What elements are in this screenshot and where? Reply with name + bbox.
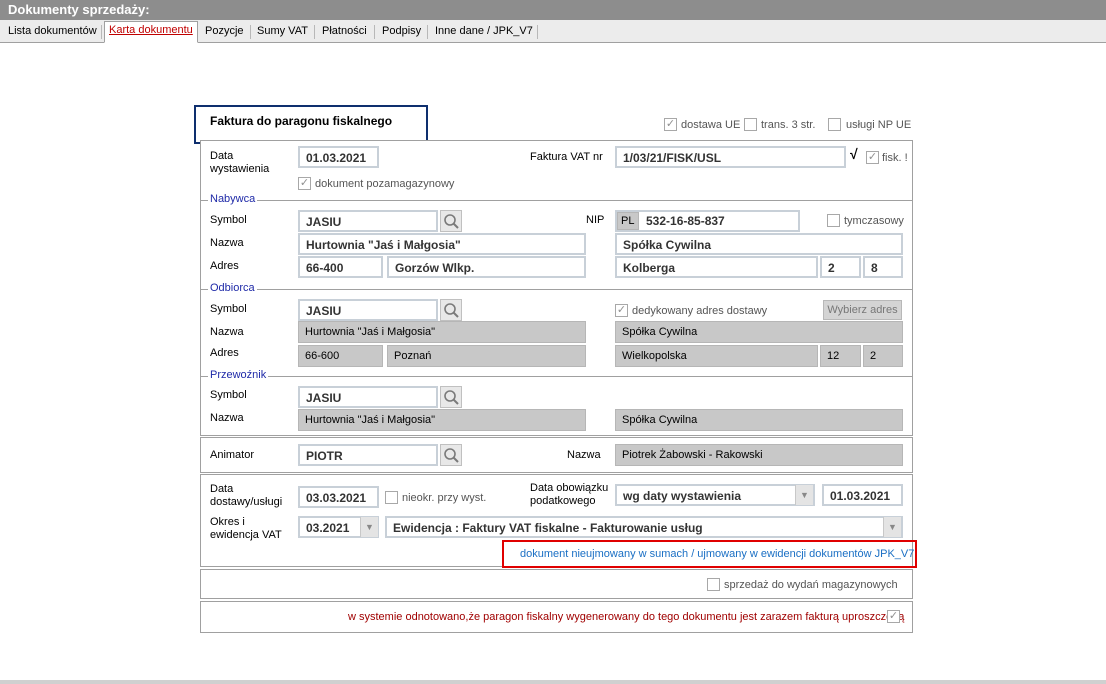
section-divider	[201, 289, 912, 290]
warehouse-checkbox[interactable]	[707, 578, 720, 591]
animator-search-button[interactable]	[440, 444, 462, 466]
search-icon	[444, 390, 459, 405]
issue-date-input[interactable]: 01.03.2021	[298, 146, 379, 168]
chevron-down-icon[interactable]: ▼	[360, 517, 378, 537]
search-icon	[444, 214, 459, 229]
recipient-name-field: Hurtownia "Jaś i Małgosia"	[298, 321, 586, 343]
unrecorded-checkbox[interactable]	[385, 491, 398, 504]
tab-pozycje[interactable]: Pozycje	[201, 23, 248, 42]
fiscal-note-text: w systemie odnotowano,że paragon fiskaln…	[348, 611, 905, 623]
animator-input[interactable]: PIOTR	[298, 444, 438, 466]
recipient-address-label: Adres	[210, 347, 239, 359]
tab-bar: Lista dokumentów Karta dokumentu Pozycje…	[0, 20, 1106, 43]
recipient-name-label: Nazwa	[210, 326, 244, 338]
carrier-symbol-input[interactable]: JASIU	[298, 386, 438, 408]
buyer-name-label: Nazwa	[210, 237, 244, 249]
tax-date-label: Data obowiązku podatkowego	[530, 482, 609, 507]
trans3-label: trans. 3 str.	[761, 119, 816, 131]
section-divider	[201, 376, 912, 377]
buyer-postcode-input[interactable]: 66-400	[298, 256, 383, 278]
tab-podpisy[interactable]: Podpisy	[378, 23, 425, 42]
delivery-date-label: Data dostawy/usługi	[210, 483, 283, 508]
buyer-house-input[interactable]: 2	[820, 256, 861, 278]
tax-date-input[interactable]: 01.03.2021	[822, 484, 903, 506]
simplified-invoice-checkbox[interactable]: ✓	[887, 610, 900, 623]
nip-label: NIP	[586, 214, 605, 226]
carrier-search-button[interactable]	[440, 386, 462, 408]
chevron-down-icon[interactable]: ▼	[883, 517, 901, 537]
trans3-checkbox[interactable]	[744, 118, 757, 131]
recipient-house-field: 12	[820, 345, 861, 367]
period-label: Okres i ewidencja VAT	[210, 516, 282, 541]
tab-inne-dane-jpk[interactable]: Inne dane / JPK_V7	[431, 23, 537, 42]
recipient-postcode-field: 66-600	[298, 345, 383, 367]
animator-name-label: Nazwa	[567, 449, 601, 461]
carrier-name-label: Nazwa	[210, 412, 244, 424]
search-icon	[444, 448, 459, 463]
tab-lista-dokumentow[interactable]: Lista dokumentów	[4, 23, 101, 42]
tab-platnosci[interactable]: Płatności	[318, 23, 371, 42]
chevron-down-icon[interactable]: ▼	[795, 485, 813, 505]
tax-mode-select[interactable]: wg daty wystawienia	[615, 484, 815, 506]
bottom-border	[0, 680, 1106, 684]
carrier-symbol-label: Symbol	[210, 389, 247, 401]
buyer-search-button[interactable]	[440, 210, 462, 232]
invoice-nr-input[interactable]: 1/03/21/FISK/USL	[615, 146, 846, 168]
buyer-name2-input[interactable]: Spółka Cywilna	[615, 233, 903, 255]
recipient-section-label: Odbiorca	[208, 282, 257, 294]
invoice-confirm-icon: √	[850, 146, 858, 162]
carrier-name2-field: Spółka Cywilna	[615, 409, 903, 431]
buyer-section-label: Nabywca	[208, 193, 258, 205]
jpk-info-link[interactable]: dokument nieujmowany w sumach / ujmowany…	[520, 548, 914, 561]
fisk-checkbox[interactable]: ✓	[866, 151, 879, 164]
buyer-address-label: Adres	[210, 260, 239, 272]
carrier-section-label: Przewoźnik	[208, 369, 269, 381]
nonstock-label: dokument pozamagazynowy	[315, 178, 455, 190]
animator-label: Animator	[210, 449, 255, 461]
choose-address-button[interactable]: Wybierz adres	[823, 300, 902, 320]
search-icon	[444, 303, 459, 318]
recipient-street-field: Wielkopolska	[615, 345, 818, 367]
tab-sumy-vat[interactable]: Sumy VAT	[253, 23, 312, 42]
buyer-symbol-label: Symbol	[210, 214, 247, 226]
nip-input[interactable]: 532-16-85-837	[646, 215, 725, 228]
recipient-city-field: Poznań	[387, 345, 586, 367]
invoice-nr-label: Faktura VAT nr	[530, 151, 603, 163]
recipient-flat-field: 2	[863, 345, 903, 367]
warehouse-label: sprzedaż do wydań magazynowych	[724, 579, 898, 591]
recipient-name2-field: Spółka Cywilna	[615, 321, 903, 343]
recipient-symbol-label: Symbol	[210, 303, 247, 315]
dostawa-ue-label: dostawa UE	[681, 119, 741, 131]
vat-register-select[interactable]: Ewidencja : Faktury VAT fiskalne - Faktu…	[385, 516, 903, 538]
unrecorded-label: nieokr. przy wyst.	[402, 492, 487, 504]
issue-date-label: Data wystawienia	[210, 150, 270, 175]
tab-karta-dokumentu[interactable]: Karta dokumentu	[104, 21, 198, 43]
buyer-symbol-input[interactable]: JASIU	[298, 210, 438, 232]
recipient-search-button[interactable]	[440, 299, 462, 321]
recipient-symbol-input[interactable]: JASIU	[298, 299, 438, 321]
uslugi-np-label: usługi NP UE	[846, 119, 912, 131]
nip-prefix-field[interactable]: PL	[617, 212, 639, 230]
temporary-checkbox[interactable]	[827, 214, 840, 227]
nonstock-checkbox[interactable]: ✓	[298, 177, 311, 190]
doc-type-label: Faktura do paragonu fiskalnego	[210, 114, 393, 128]
window-title: Dokumenty sprzedaży:	[0, 0, 1106, 20]
delivery-date-input[interactable]: 03.03.2021	[298, 486, 379, 508]
carrier-name-field: Hurtownia "Jaś i Małgosia"	[298, 409, 586, 431]
buyer-name-input[interactable]: Hurtownia "Jaś i Małgosia"	[298, 233, 586, 255]
buyer-city-input[interactable]: Gorzów Wlkp.	[387, 256, 586, 278]
uslugi-np-checkbox[interactable]	[828, 118, 841, 131]
section-divider	[201, 200, 912, 201]
dedicated-address-checkbox[interactable]: ✓	[615, 304, 628, 317]
buyer-street-input[interactable]: Kolberga	[615, 256, 818, 278]
dostawa-ue-checkbox[interactable]: ✓	[664, 118, 677, 131]
animator-name-field: Piotrek Żabowski - Rakowski	[615, 444, 903, 466]
buyer-flat-input[interactable]: 8	[863, 256, 903, 278]
dedicated-address-label: dedykowany adres dostawy	[632, 305, 768, 317]
fisk-label: fisk. !	[882, 152, 908, 164]
temporary-label: tymczasowy	[844, 215, 904, 227]
